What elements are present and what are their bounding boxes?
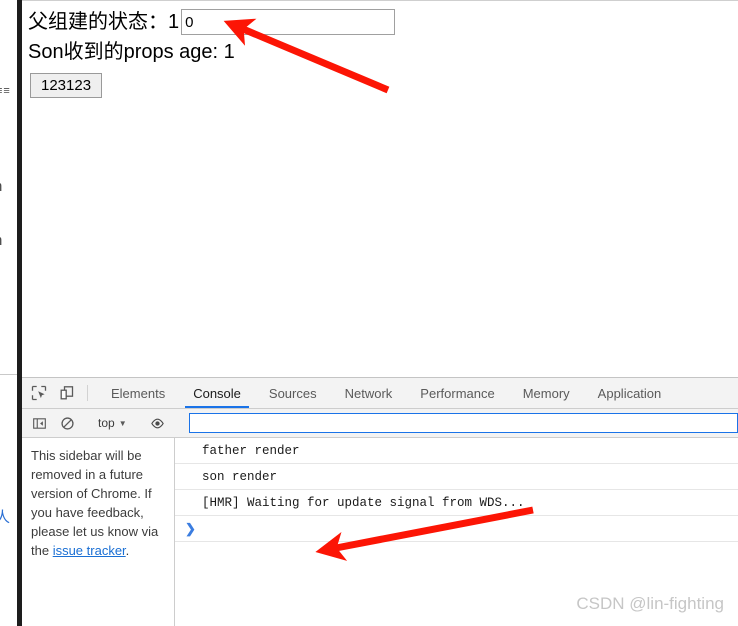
console-body: This sidebar will be removed in a future… (22, 438, 738, 626)
sliver-glyph: n (0, 178, 11, 195)
issue-tracker-link[interactable]: issue tracker (53, 543, 126, 558)
execution-context-label: top (98, 416, 115, 430)
parent-state-label: 父组建的状态：1 (28, 11, 180, 33)
son-props-label: Son收到的props age: 1 (28, 41, 235, 63)
sidebar-notice-text-1: This sidebar will be removed in a future… (31, 448, 159, 558)
console-prompt-row[interactable]: ❯ (175, 516, 738, 542)
devtools-tab-list: Elements Console Sources Network Perform… (97, 378, 675, 408)
devtools-panel: Elements Console Sources Network Perform… (22, 377, 738, 626)
console-filter-input[interactable] (188, 413, 738, 433)
page-content: 父组建的状态：1 Son收到的props age: 1 123123 (28, 7, 738, 98)
sliver-glyph: n (0, 232, 11, 249)
tab-sources[interactable]: Sources (255, 378, 331, 408)
console-message-row[interactable]: [HMR] Waiting for update signal from WDS… (175, 490, 738, 516)
console-message-row[interactable]: father render (175, 438, 738, 464)
sidebar-deprecation-notice: This sidebar will be removed in a future… (31, 446, 165, 560)
toolbar-divider (87, 385, 88, 401)
console-message-row[interactable]: son render (175, 464, 738, 490)
console-sidebar: This sidebar will be removed in a future… (22, 438, 175, 626)
inspect-element-icon[interactable] (25, 378, 53, 408)
device-toolbar-icon[interactable] (53, 378, 81, 408)
browser-page-viewport: 父组建的状态：1 Son收到的props age: 1 123123 (22, 0, 738, 377)
tab-console[interactable]: Console (179, 378, 255, 408)
parent-state-line: 父组建的状态：1 (28, 7, 738, 37)
console-message-list: father render son render [HMR] Waiting f… (175, 438, 738, 626)
tab-application[interactable]: Application (584, 378, 676, 408)
live-expression-eye-icon[interactable] (144, 416, 172, 431)
sliver-divider (0, 374, 17, 375)
increment-button[interactable]: 123123 (30, 73, 103, 98)
tab-memory[interactable]: Memory (509, 378, 584, 408)
sidebar-notice-text-2: . (125, 543, 130, 558)
tab-performance[interactable]: Performance (406, 378, 508, 408)
chevron-down-icon: ▼ (118, 418, 127, 428)
adjacent-window-sliver: ≡≡ n n 人 (0, 0, 17, 626)
devtools-tab-bar: Elements Console Sources Network Perform… (22, 378, 738, 409)
sliver-glyph: ≡≡ (0, 85, 11, 97)
prompt-chevron-icon: ❯ (185, 520, 196, 536)
console-sidebar-toggle-icon[interactable] (25, 416, 53, 431)
sliver-glyph: 人 (0, 509, 11, 526)
clear-console-icon[interactable] (53, 416, 81, 431)
execution-context-selector[interactable]: top ▼ (94, 416, 131, 430)
tab-elements[interactable]: Elements (97, 378, 179, 408)
age-input[interactable] (181, 9, 396, 35)
devtools-tool-icons (22, 378, 94, 408)
tab-network[interactable]: Network (331, 378, 407, 408)
console-filter-bar: top ▼ (22, 409, 738, 438)
